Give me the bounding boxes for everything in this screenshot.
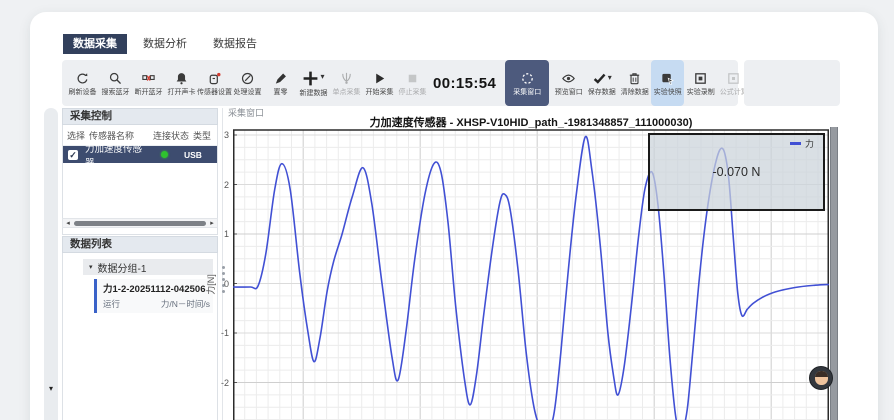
tree-expand-icon[interactable]: ▾ (89, 263, 93, 271)
button-label: 刷新设备 (69, 89, 97, 96)
button-label: 新建数据 (300, 90, 328, 97)
refresh-devices-button[interactable]: 刷新设备 (66, 62, 99, 104)
button-label: 传感器设置 (197, 89, 232, 96)
button-label: 搜索蓝牙 (102, 89, 130, 96)
disconnect-bluetooth-button[interactable]: 断开蓝牙 (132, 62, 165, 104)
data-run-axes: 力/N－时间/s (161, 298, 210, 310)
button-label: 采集窗口 (513, 89, 541, 96)
horizontal-scrollbar[interactable]: ◂ ▸ (62, 218, 218, 228)
avatar-face-icon (815, 371, 828, 385)
process-settings-button[interactable]: 处理设置 (231, 62, 264, 104)
button-label: 清除数据 (621, 89, 649, 96)
caret-down-icon[interactable]: ▾ (320, 73, 324, 81)
bell-icon (174, 71, 189, 86)
button-label: 保存数据 (588, 89, 616, 96)
pen-icon (273, 71, 288, 86)
button-label: 实验录制 (687, 89, 715, 96)
record-button[interactable]: 实验录制 (684, 62, 717, 104)
bluetooth-disconnect-icon (141, 71, 156, 86)
collect-control-header: 采集控制 (62, 108, 218, 125)
button-label: 停止采集 (399, 89, 427, 96)
data-run-title: 力1-2-20251112-042506 (103, 281, 210, 295)
plus-icon (302, 70, 319, 87)
tab-data-report[interactable]: 数据报告 (203, 34, 267, 54)
scrollbar-thumb[interactable] (74, 221, 206, 226)
probe-icon (339, 71, 354, 86)
legend-series-name: 力 (805, 137, 814, 150)
app-root: 数据采集 数据分析 数据报告 刷新设备 搜索蓝牙 断开蓝牙 打开声卡 传感器设置… (0, 0, 894, 420)
new-data-button[interactable]: ▾ 新建数据 (297, 62, 330, 104)
button-label: 单点采集 (333, 89, 361, 96)
collect-window-button[interactable]: 采集窗口 (505, 60, 549, 106)
button-label: 开始采集 (366, 89, 394, 96)
legend-line-swatch (790, 142, 801, 145)
snapshot-button[interactable]: 实验快照 (651, 60, 684, 106)
zero-button[interactable]: 置零 (264, 62, 297, 104)
timer-display: 00:15:54 (433, 75, 496, 92)
data-run-item[interactable]: 力1-2-20251112-042506 运行 力/N－时间/s (94, 279, 213, 313)
snapshot-icon (660, 71, 675, 86)
dial-icon (240, 71, 255, 86)
col-status: 连接状态 (153, 129, 193, 142)
panel-collapse-strip[interactable]: ▾ (44, 108, 58, 420)
y-axis-label: 力[N] (204, 274, 217, 295)
application-window: 数据采集 数据分析 数据报告 刷新设备 搜索蓝牙 断开蓝牙 打开声卡 传感器设置… (30, 12, 878, 420)
single-point-button[interactable]: 单点采集 (330, 62, 363, 104)
tab-data-collect[interactable]: 数据采集 (63, 34, 127, 54)
measurement-value: -0.070 N (713, 165, 761, 179)
caret-down-icon[interactable]: ▾ (608, 74, 612, 82)
search-bluetooth-button[interactable]: 搜索蓝牙 (99, 62, 132, 104)
start-collect-button[interactable]: 开始采集 (363, 62, 396, 104)
collapse-arrow-icon[interactable]: ▾ (49, 384, 53, 393)
sensor-icon (207, 71, 222, 86)
assistant-avatar-button[interactable] (809, 366, 833, 390)
scroll-right-icon[interactable]: ▸ (207, 219, 217, 227)
sensor-name: 力加速度传感器 (85, 141, 147, 169)
stop-collect-button[interactable]: 停止采集 (396, 62, 429, 104)
open-soundcard-button[interactable]: 打开声卡 (165, 62, 198, 104)
trash-icon (627, 71, 642, 86)
chart-legend: 力 (790, 137, 814, 150)
dashed-circle-icon (520, 71, 535, 86)
main-tabbar: 数据采集 数据分析 数据报告 (63, 34, 267, 54)
y-tick-1: 1 (213, 229, 229, 239)
eye-icon (561, 71, 576, 86)
preview-window-button[interactable]: 预览窗口 (552, 62, 585, 104)
sensor-settings-button[interactable]: 传感器设置 (198, 62, 231, 104)
main-toolbar: 刷新设备 搜索蓝牙 断开蓝牙 打开声卡 传感器设置 处理设置 置零 (62, 60, 738, 106)
formula-icon (726, 71, 741, 86)
scroll-left-icon[interactable]: ◂ (63, 219, 73, 227)
button-label: 处理设置 (234, 89, 262, 96)
button-label: 置零 (274, 89, 288, 96)
data-list-panel: ▾ 数据分组-1 力1-2-20251112-042506 运行 力/N－时间/… (62, 253, 218, 420)
y-tick-n1: -1 (213, 328, 229, 338)
y-tick-n2: -2 (213, 378, 229, 388)
clear-data-button[interactable]: 清除数据 (618, 62, 651, 104)
button-label: 打开声卡 (168, 89, 196, 96)
y-tick-2: 2 (213, 180, 229, 190)
y-tick-3: 3 (213, 130, 229, 140)
record-icon (693, 71, 708, 86)
play-icon (372, 71, 387, 86)
save-data-button[interactable]: ▾ 保存数据 (585, 62, 618, 104)
button-label: 实验快照 (654, 89, 682, 96)
status-dot (161, 151, 168, 158)
check-icon (592, 71, 607, 86)
search-icon (108, 71, 123, 86)
checkbox-checked-icon[interactable]: ✓ (68, 150, 78, 160)
button-label: 预览窗口 (555, 89, 583, 96)
data-group-label: 数据分组-1 (98, 260, 147, 275)
data-list-header: 数据列表 (62, 236, 218, 253)
panel-divider (222, 108, 223, 420)
data-run-status: 运行 (103, 298, 120, 310)
refresh-icon (75, 71, 90, 86)
data-group-row[interactable]: ▾ 数据分组-1 (83, 259, 213, 275)
button-label: 断开蓝牙 (135, 89, 163, 96)
stop-icon (405, 71, 420, 86)
tab-data-analysis[interactable]: 数据分析 (133, 34, 197, 54)
sensor-type: USB (184, 150, 202, 160)
toolbar-extension-strip (744, 60, 840, 106)
sensor-table-row[interactable]: ✓ 力加速度传感器 USB (63, 146, 217, 163)
